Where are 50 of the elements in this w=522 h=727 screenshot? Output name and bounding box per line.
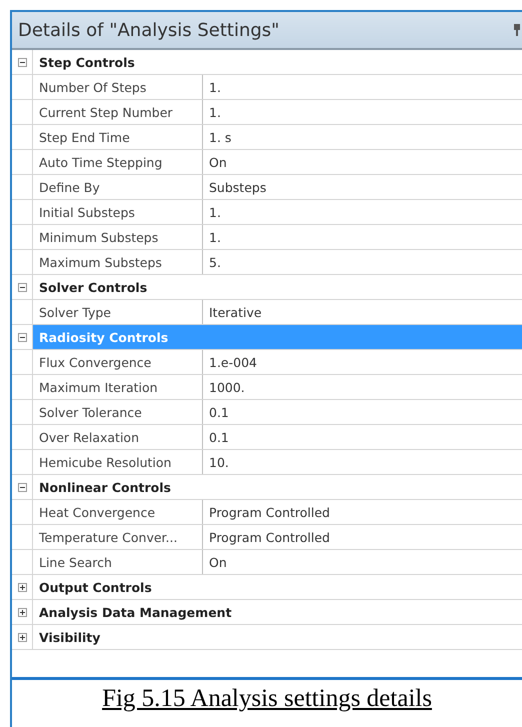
property-value[interactable]: 1. bbox=[203, 75, 522, 99]
property-value[interactable]: Program Controlled bbox=[203, 525, 522, 549]
property-label: Maximum Iteration bbox=[33, 375, 203, 399]
expand-icon[interactable] bbox=[18, 582, 26, 592]
property-value[interactable]: Iterative bbox=[203, 300, 522, 324]
property-label: Flux Convergence bbox=[33, 350, 203, 374]
property-label: Current Step Number bbox=[33, 100, 203, 124]
property-value[interactable]: 1000. bbox=[203, 375, 522, 399]
property-label: Solver Type bbox=[33, 300, 203, 324]
group-header[interactable]: Step Controls bbox=[33, 50, 522, 74]
property-value[interactable]: 1.e-004 bbox=[203, 350, 522, 374]
property-label: Minimum Substeps bbox=[33, 225, 203, 249]
property-label: Maximum Substeps bbox=[33, 250, 203, 274]
property-value[interactable]: On bbox=[203, 150, 522, 174]
property-value[interactable]: Program Controlled bbox=[203, 500, 522, 524]
property-value[interactable]: 10. bbox=[203, 450, 522, 474]
property-label: Temperature Conver... bbox=[33, 525, 203, 549]
collapse-icon[interactable] bbox=[18, 58, 26, 66]
group-header[interactable]: Output Controls bbox=[33, 575, 522, 599]
collapse-icon[interactable] bbox=[18, 282, 26, 292]
property-value[interactable]: 1. bbox=[203, 200, 522, 224]
property-value[interactable]: 0.1 bbox=[203, 425, 522, 449]
property-value[interactable]: 1. s bbox=[203, 125, 522, 149]
pin-icon[interactable] bbox=[514, 23, 520, 37]
panel-title: Details of "Analysis Settings" bbox=[18, 20, 280, 40]
property-value[interactable]: 0.1 bbox=[203, 400, 522, 424]
collapse-icon[interactable] bbox=[18, 482, 26, 492]
property-label: Number Of Steps bbox=[33, 75, 203, 99]
property-value[interactable]: 5. bbox=[203, 250, 522, 274]
group-header[interactable]: Solver Controls bbox=[33, 275, 522, 299]
expand-icon[interactable] bbox=[18, 632, 26, 642]
property-label: Over Relaxation bbox=[33, 425, 203, 449]
property-label: Heat Convergence bbox=[33, 500, 203, 524]
property-label: Line Search bbox=[33, 550, 203, 574]
property-label: Auto Time Stepping bbox=[33, 150, 203, 174]
group-header[interactable]: Visibility bbox=[33, 625, 522, 649]
figure-caption: Fig 5.15 Analysis settings details bbox=[102, 685, 432, 714]
property-value[interactable]: 1. bbox=[203, 100, 522, 124]
group-header[interactable]: Analysis Data Management bbox=[33, 600, 522, 624]
property-label: Hemicube Resolution bbox=[33, 450, 203, 474]
property-value[interactable]: Substeps bbox=[203, 175, 522, 199]
property-label: Define By bbox=[33, 175, 203, 199]
property-label: Step End Time bbox=[33, 125, 203, 149]
expand-icon[interactable] bbox=[18, 608, 26, 616]
property-label: Initial Substeps bbox=[33, 200, 203, 224]
property-label: Solver Tolerance bbox=[33, 400, 203, 424]
collapse-icon[interactable] bbox=[18, 332, 26, 342]
property-value[interactable]: 1. bbox=[203, 225, 522, 249]
property-value[interactable]: On bbox=[203, 550, 522, 574]
group-header[interactable]: Nonlinear Controls bbox=[33, 475, 522, 499]
